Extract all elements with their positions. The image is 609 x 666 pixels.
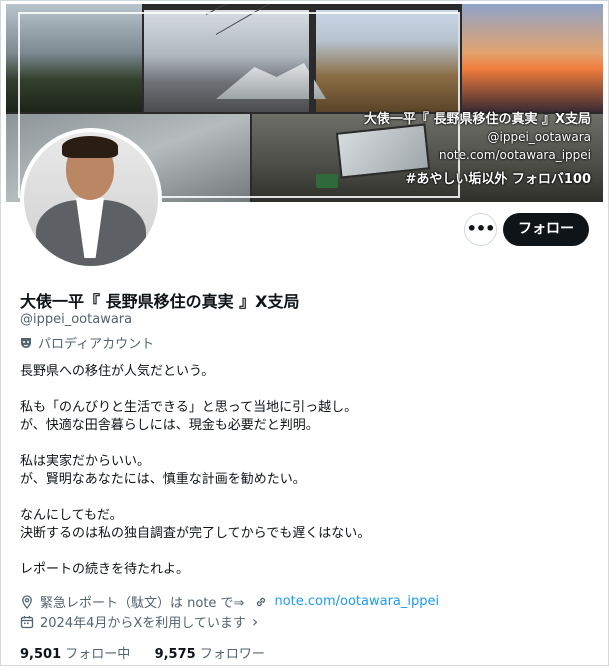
location-text: 緊急レポート（駄文）は note で⇒ [40, 596, 245, 611]
theater-mask-icon [21, 337, 31, 348]
bio-line: レポートの続きを待たれよ。 [20, 562, 190, 577]
bio-line: 決断するのは私の独自調査が完了してからでも遅くはない。 [20, 526, 371, 541]
avatar-photo [24, 132, 158, 266]
banner-url: note.com/ootawara_ippei [438, 148, 591, 162]
bio: 長野県への移住が人気だという。 私も「のんびりと生活できる」と思って当地に引っ越… [20, 363, 590, 579]
bio-line [20, 381, 590, 399]
chevron-right-icon: › [251, 612, 259, 631]
banner-hashtag: #あやしい垢以外 フォロバ100 [405, 172, 591, 187]
website-link[interactable]: note.com/ootawara_ippei [274, 594, 439, 609]
bio-line: が、快適な田舎暮らしには、現金も必要だと判明。 [20, 418, 319, 433]
link-icon [257, 597, 266, 606]
banner-photo-4 [462, 4, 603, 112]
following-count: 9,501 [20, 647, 62, 662]
followers-count: 9,575 [154, 647, 196, 662]
follow-button[interactable]: フォロー [503, 213, 589, 246]
calendar-icon [20, 615, 34, 628]
parody-label: パロディアカウント [20, 333, 154, 352]
following-link[interactable]: 9,501 フォロー中 [20, 647, 134, 662]
bio-line [20, 435, 590, 453]
profile-meta-row: 緊急レポート（駄文）は note で⇒ note.com/ootawara_ip… [20, 592, 439, 611]
bio-line: が、賢明なあなたには、慎重な計画を勧めたい。 [20, 472, 306, 487]
banner-handle: @ippei_ootawara [487, 130, 591, 144]
joined-text: 2024年4月からXを利用しています [40, 616, 246, 631]
parody-text: パロディアカウント [38, 337, 155, 352]
bio-line [20, 489, 590, 507]
avatar[interactable] [20, 128, 162, 270]
avatar-hair [62, 136, 118, 158]
banner-title: 大俵一平『 長野県移住の真実 』X支局 [363, 112, 591, 127]
bio-line: 私も「のんびりと生活できる」と思って当地に引っ越し。 [20, 400, 358, 415]
bio-line: なんにしてもだ。 [20, 508, 123, 523]
bio-line [20, 543, 590, 561]
more-options-button[interactable]: ••• [464, 213, 497, 246]
user-handle: @ippei_ootawara [20, 312, 133, 327]
followers-link[interactable]: 9,575 フォロワー [155, 647, 265, 662]
follow-stats: 9,501 フォロー中 9,575 フォロワー [20, 643, 265, 662]
followers-label: フォロワー [199, 647, 265, 662]
bio-line: 私は実家だからいい。 [20, 454, 151, 469]
joined-row[interactable]: 2024年4月からXを利用しています › [20, 612, 258, 631]
bio-line: 長野県への移住が人気だという。 [20, 364, 215, 379]
display-name: 大俵一平『 長野県移住の真実 』X支局 [20, 292, 300, 311]
following-label: フォロー中 [65, 647, 131, 662]
location-pin-icon [22, 594, 32, 609]
